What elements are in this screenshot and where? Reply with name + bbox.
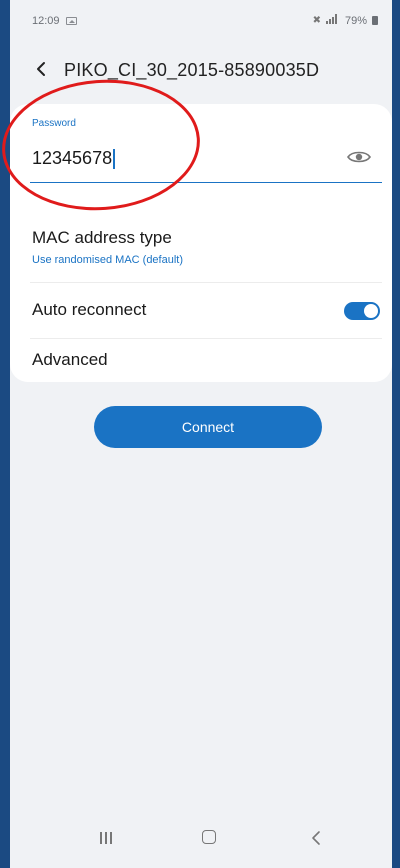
- connect-button[interactable]: Connect: [94, 406, 322, 448]
- recents-icon[interactable]: [98, 832, 114, 846]
- chevron-left-icon[interactable]: [30, 58, 52, 80]
- battery-level: 79%: [344, 14, 367, 27]
- mac-address-type-row[interactable]: MAC address type Use randomised MAC (def…: [10, 216, 392, 282]
- mac-address-subtitle: Use randomised MAC (default): [32, 254, 184, 266]
- signal-icon: [325, 14, 340, 27]
- mute-icon: ✖: [312, 15, 321, 26]
- phone-screen: 12:09 ✖ 79% PIKO_CI_30_2015-85890035D Pa…: [10, 0, 392, 868]
- divider: [30, 282, 382, 283]
- device-frame: 12:09 ✖ 79% PIKO_CI_30_2015-85890035D Pa…: [0, 0, 400, 868]
- auto-reconnect-row: Auto reconnect: [10, 284, 392, 338]
- advanced-row[interactable]: Advanced: [10, 338, 392, 382]
- auto-reconnect-toggle[interactable]: [344, 302, 380, 320]
- network-settings-card: Password 12345678 MAC address type Use r…: [10, 104, 392, 382]
- status-icons: ✖ 79%: [313, 14, 378, 27]
- home-icon[interactable]: [202, 830, 216, 844]
- mac-address-title: MAC address type: [32, 228, 172, 247]
- text-cursor: [113, 148, 116, 169]
- page-title: PIKO_CI_30_2015-85890035D: [64, 60, 320, 80]
- advanced-label: Advanced: [32, 350, 108, 369]
- password-underline: [30, 182, 382, 183]
- password-field[interactable]: 12345678: [32, 148, 116, 169]
- password-label: Password: [32, 118, 76, 129]
- status-time: 12:09: [32, 15, 60, 27]
- back-icon[interactable]: [308, 828, 324, 848]
- battery-icon: [372, 16, 378, 25]
- eye-icon[interactable]: [346, 149, 372, 165]
- gallery-icon: [66, 17, 77, 25]
- app-header: PIKO_CI_30_2015-85890035D: [10, 52, 392, 88]
- toggle-knob: [364, 304, 378, 318]
- auto-reconnect-label: Auto reconnect: [32, 300, 147, 319]
- status-bar: 12:09 ✖ 79%: [10, 0, 392, 40]
- password-value: 12345678: [32, 148, 113, 168]
- navigation-bar: [10, 818, 392, 868]
